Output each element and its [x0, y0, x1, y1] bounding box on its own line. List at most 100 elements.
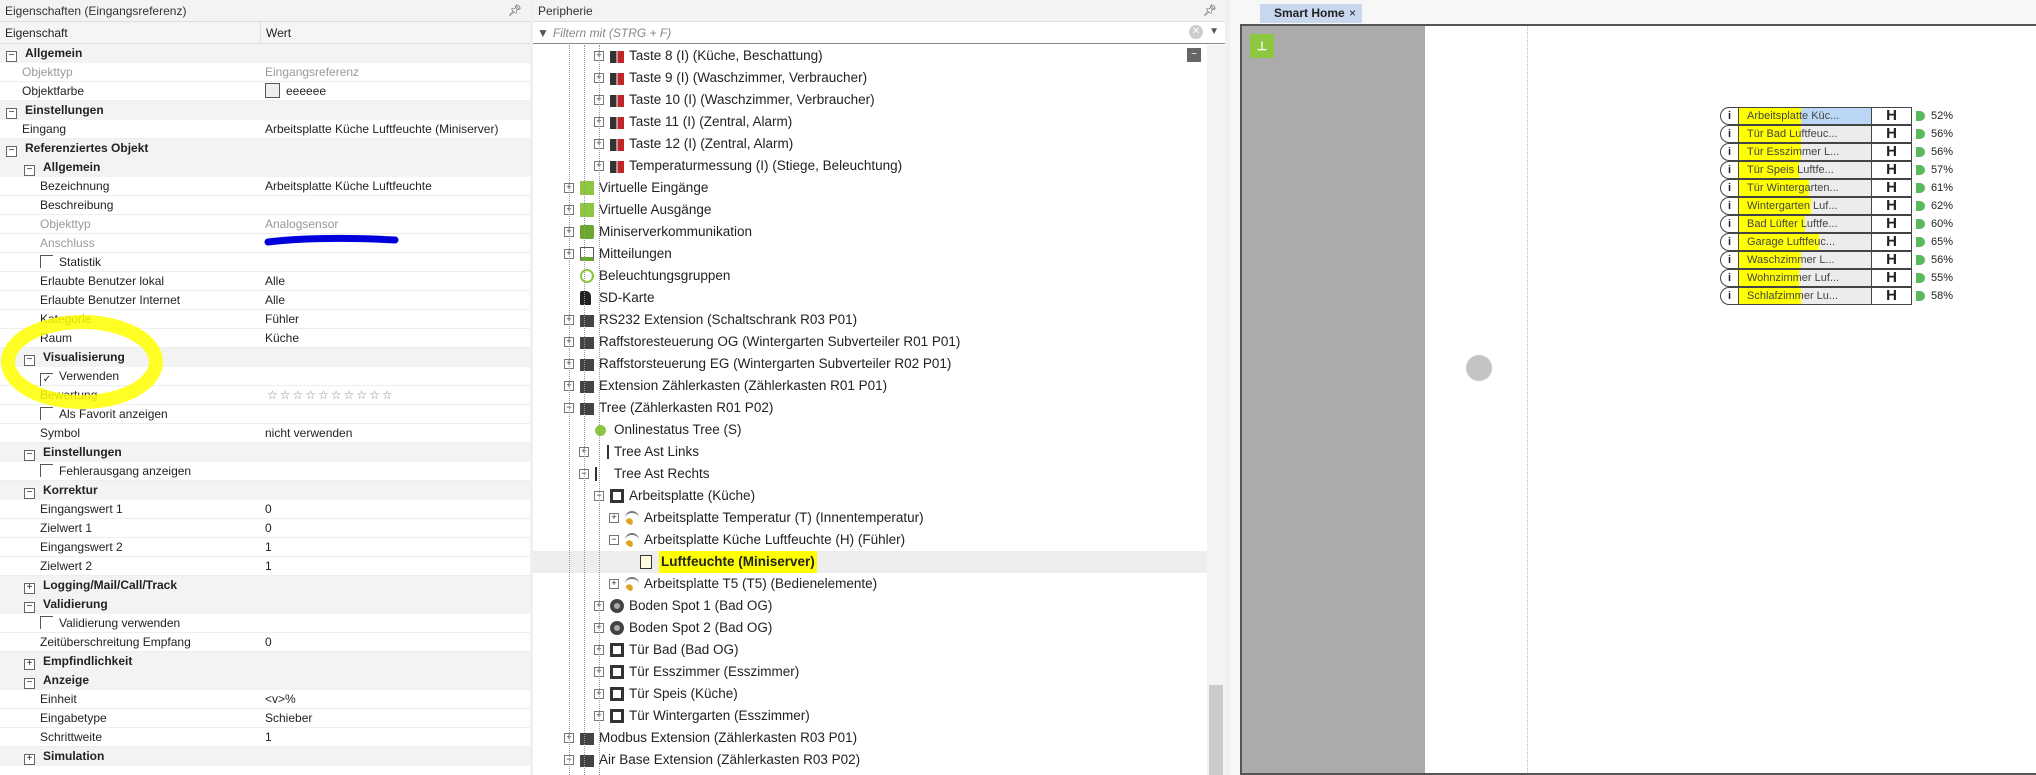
output-connector-icon[interactable]	[1916, 273, 1925, 283]
output-connector-icon[interactable]	[1916, 255, 1925, 265]
property-value[interactable]: eeeeee	[261, 82, 530, 101]
tree-item[interactable]: + Tür Bad (Bad OG)	[533, 639, 1207, 661]
input-reference-block[interactable]: i Garage Luftfeuc... H 65%	[1720, 233, 1953, 251]
tree-item[interactable]: + Virtuelle Ausgänge	[533, 199, 1207, 221]
property-value[interactable]: 0	[261, 500, 530, 519]
expand-toggle-icon[interactable]: −	[6, 51, 17, 62]
tree-item[interactable]: Luftfeuchte (Miniserver)	[533, 551, 1207, 573]
filter-input[interactable]: ▼ Filtern mit (STRG + F) ✕ ▼	[533, 22, 1225, 44]
clear-filter-icon[interactable]: ✕	[1189, 25, 1203, 39]
expand-toggle-icon[interactable]: −	[24, 165, 35, 176]
checkbox[interactable]: ✓	[40, 373, 53, 386]
expand-toggle-icon[interactable]: +	[24, 754, 35, 765]
tree-item[interactable]: + Raffstorsteuerung EG (Wintergarten Subv…	[533, 353, 1207, 375]
tree-item[interactable]: + Mitteilungen	[533, 243, 1207, 265]
info-icon[interactable]: i	[1720, 179, 1738, 197]
output-connector-icon[interactable]	[1916, 129, 1925, 139]
input-reference-block[interactable]: i Tür Esszimmer L... H 56%	[1720, 143, 1953, 161]
input-reference-block[interactable]: i Wintergarten Luf... H 62%	[1720, 197, 1953, 215]
property-row[interactable]: + Empfindlichkeit	[0, 652, 530, 671]
checkbox[interactable]	[40, 464, 53, 477]
property-row[interactable]: − Referenziertes Objekt	[0, 139, 530, 158]
property-row[interactable]: − Korrektur	[0, 481, 530, 500]
input-reference-block[interactable]: i Arbeitsplatte Küc... H 52%	[1720, 107, 1953, 125]
property-value[interactable]: nicht verwenden	[261, 424, 530, 443]
tree-item[interactable]: Onlinestatus Tree (S)	[533, 419, 1207, 441]
tree-item[interactable]: + Taste 12 (I) (Zentral, Alarm)	[533, 133, 1207, 155]
tree-item[interactable]: + Tür Esszimmer (Esszimmer)	[533, 661, 1207, 683]
checkbox[interactable]	[40, 407, 53, 420]
property-value[interactable]	[261, 367, 530, 386]
property-value[interactable]	[261, 234, 530, 253]
expand-toggle-icon[interactable]: −	[24, 355, 35, 366]
tree-item[interactable]: + Extension Zählerkasten (Zählerkasten R0…	[533, 375, 1207, 397]
property-row[interactable]: − Validierung	[0, 595, 530, 614]
expand-toggle-icon[interactable]: +	[609, 513, 619, 523]
expand-toggle-icon[interactable]: −	[6, 108, 17, 119]
property-value[interactable]: Analogsensor	[261, 215, 530, 234]
tree-item[interactable]: − Air Base Extension (Zählerkasten R03 P0…	[533, 749, 1207, 771]
property-value[interactable]: Eingangsreferenz	[261, 63, 530, 82]
property-value[interactable]: 0	[261, 633, 530, 652]
info-icon[interactable]: i	[1720, 161, 1738, 179]
collapse-all-button[interactable]: −	[1187, 48, 1201, 62]
property-value[interactable]: Schieber	[261, 709, 530, 728]
property-value[interactable]: <v>%	[261, 690, 530, 709]
property-value[interactable]: 1	[261, 728, 530, 747]
expand-toggle-icon[interactable]: −	[6, 146, 17, 157]
input-reference-block[interactable]: i Wohnzimmer Luf... H 55%	[1720, 269, 1953, 287]
tree-item[interactable]: + Boden Spot 2 (Bad OG)	[533, 617, 1207, 639]
property-value[interactable]	[261, 462, 530, 481]
tree-scrollbar[interactable]	[1207, 45, 1225, 775]
info-icon[interactable]: i	[1720, 233, 1738, 251]
expand-toggle-icon[interactable]: −	[24, 488, 35, 499]
output-connector-icon[interactable]	[1916, 201, 1925, 211]
output-connector-icon[interactable]	[1916, 237, 1925, 247]
scrollbar-thumb[interactable]	[1209, 685, 1223, 775]
tree-item[interactable]: + Temperaturmessung (I) (Stiege, Beleucht…	[533, 155, 1207, 177]
info-icon[interactable]: i	[1720, 215, 1738, 233]
property-value[interactable]: 1	[261, 557, 530, 576]
close-tab-icon[interactable]: ×	[1349, 4, 1356, 23]
property-row[interactable]: + Simulation	[0, 747, 530, 766]
tree-item[interactable]: − Tree Ast Rechts	[533, 463, 1207, 485]
output-connector-icon[interactable]	[1916, 219, 1925, 229]
expand-toggle-icon[interactable]: +	[24, 583, 35, 594]
expand-toggle-icon[interactable]: −	[24, 602, 35, 613]
property-value[interactable]: Arbeitsplatte Küche Luftfeuchte (Miniser…	[261, 120, 530, 139]
property-value[interactable]	[261, 614, 530, 633]
property-row[interactable]: − Allgemein	[0, 44, 530, 63]
info-icon[interactable]: i	[1720, 269, 1738, 287]
tree-item[interactable]: + Boden Spot 1 (Bad OG)	[533, 595, 1207, 617]
tree-item[interactable]: + Raffstoresteuerung OG (Wintergarten Sub…	[533, 331, 1207, 353]
expand-toggle-icon[interactable]: −	[609, 535, 619, 545]
info-icon[interactable]: i	[1720, 125, 1738, 143]
tree-item[interactable]: − Arbeitsplatte Küche Luftfeuchte (H) (Fü…	[533, 529, 1207, 551]
tree-item[interactable]: − Arbeitsplatte (Küche)	[533, 485, 1207, 507]
pin-icon[interactable]: 📌︎	[508, 0, 522, 22]
tree-item[interactable]: + Arbeitsplatte T5 (T5) (Bedienelemente)	[533, 573, 1207, 595]
input-reference-block[interactable]: i Tür Speis Luftfe... H 57%	[1720, 161, 1953, 179]
input-reference-block[interactable]: i Tür Wintergarten... H 61%	[1720, 179, 1953, 197]
property-value[interactable]: Arbeitsplatte Küche Luftfeuchte	[261, 177, 530, 196]
output-connector-icon[interactable]	[1916, 183, 1925, 193]
info-icon[interactable]: i	[1720, 287, 1738, 305]
property-row[interactable]: + Logging/Mail/Call/Track	[0, 576, 530, 595]
property-row[interactable]: − Allgemein	[0, 158, 530, 177]
input-reference-block[interactable]: i Bad Lüfter Luftfe... H 60%	[1720, 215, 1953, 233]
tab-smart-home[interactable]: Smart Home ×	[1260, 4, 1362, 23]
property-value[interactable]: ☆☆☆☆☆☆☆☆☆☆	[261, 386, 530, 405]
tree-item[interactable]: + Taste 8 (I) (Küche, Beschattung)	[533, 45, 1207, 67]
property-row[interactable]: − Einstellungen	[0, 101, 530, 120]
tree-item[interactable]: + Taste 10 (I) (Waschzimmer, Verbraucher)	[533, 89, 1207, 111]
info-icon[interactable]: i	[1720, 251, 1738, 269]
tree-item[interactable]: + Arbeitsplatte Temperatur (T) (Innentemp…	[533, 507, 1207, 529]
info-icon[interactable]: i	[1720, 107, 1738, 125]
tree-item[interactable]: + Tür Speis (Küche)	[533, 683, 1207, 705]
property-row[interactable]: − Visualisierung	[0, 348, 530, 367]
property-value[interactable]: Küche	[261, 329, 530, 348]
tree-item[interactable]: Beleuchtungsgruppen	[533, 265, 1207, 287]
checkbox[interactable]	[40, 255, 53, 268]
tree-item[interactable]: + Tür Wintergarten (Esszimmer)	[533, 705, 1207, 727]
input-reference-block[interactable]: i Tür Bad Luftfeuc... H 56%	[1720, 125, 1953, 143]
